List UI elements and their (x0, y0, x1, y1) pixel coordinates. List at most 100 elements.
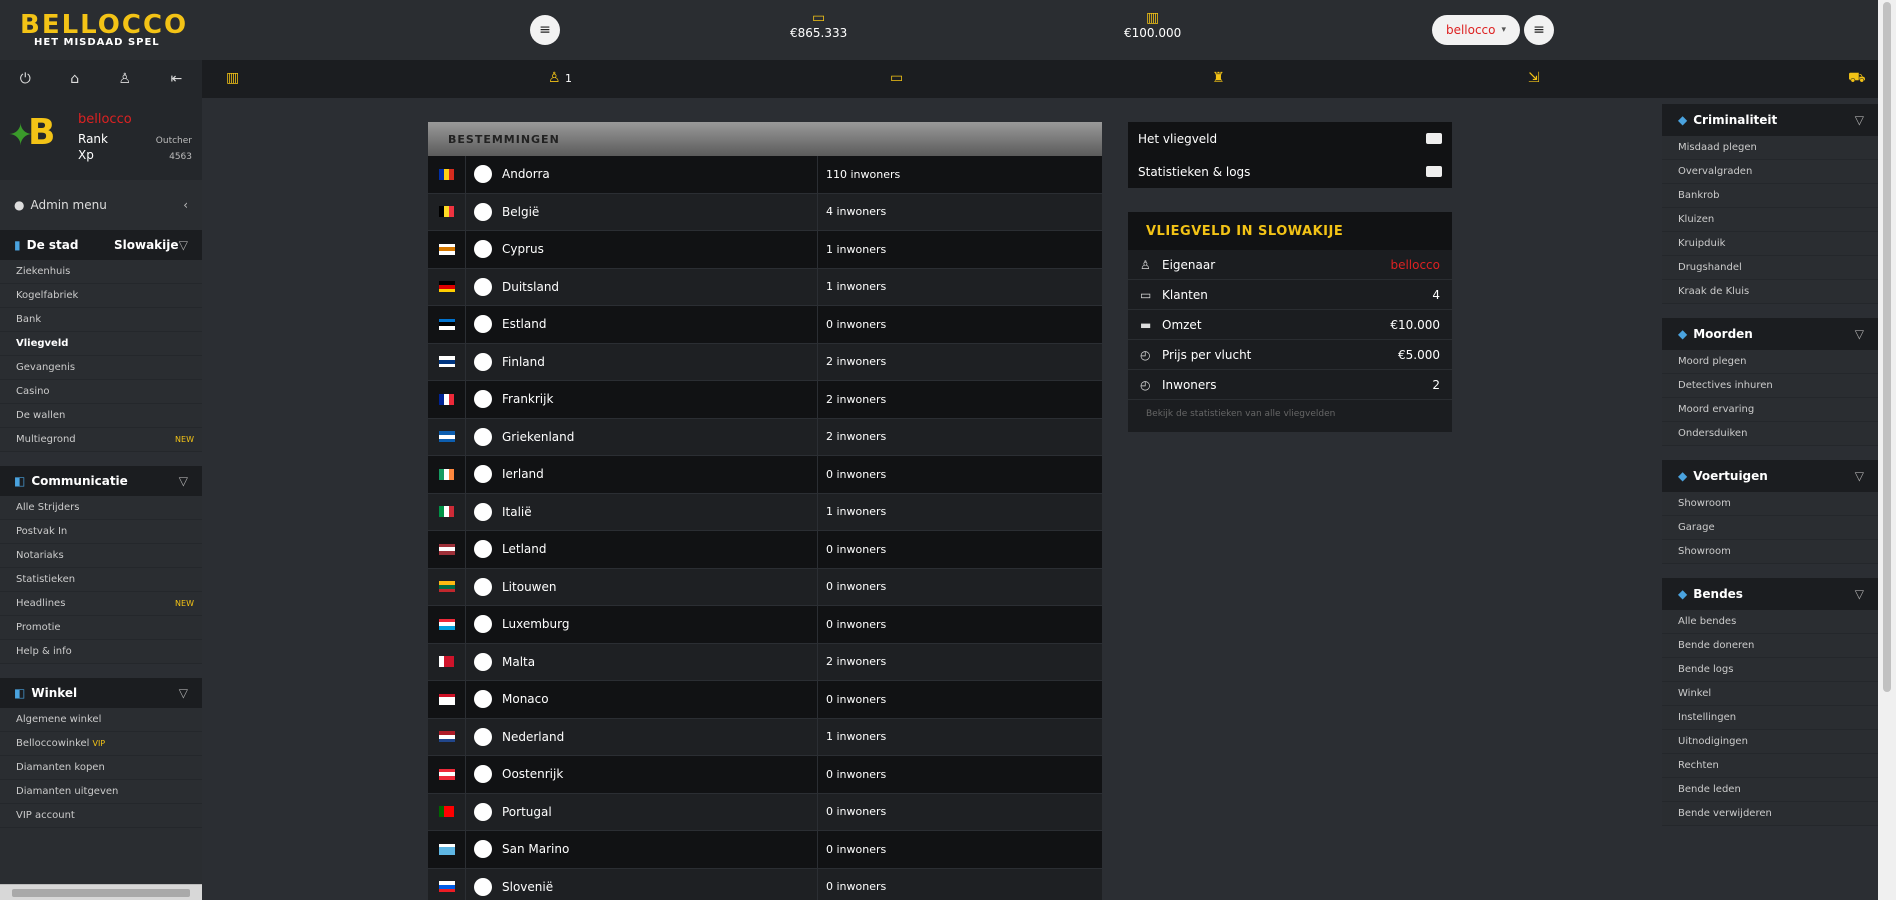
link-icon[interactable] (1426, 166, 1442, 177)
power-icon[interactable]: ⏻ (20, 71, 31, 87)
destination-radio[interactable] (474, 877, 492, 896)
right-menu-button[interactable]: ≡ (1524, 15, 1554, 45)
scrollbar-thumb[interactable] (12, 889, 190, 897)
sidebar-item-notariaks[interactable]: Notariaks (0, 544, 202, 568)
communication-section-header[interactable]: ◧ Communicatie ▽ (0, 466, 202, 496)
destination-radio[interactable] (474, 540, 492, 559)
home-icon[interactable]: ⌂ (70, 71, 79, 87)
destination-radio[interactable] (474, 427, 492, 446)
sidebar-item-bank[interactable]: Bank (0, 308, 202, 332)
airport-footer-link[interactable]: Bekijk de statistieken van alle vliegvel… (1128, 400, 1452, 428)
sidebar-item-garage[interactable]: Garage (1662, 516, 1878, 540)
destination-radio[interactable] (474, 840, 492, 859)
sidebar-item-kluizen[interactable]: Kluizen (1662, 208, 1878, 232)
sidebar-item-kogelfabriek[interactable]: Kogelfabriek (0, 284, 202, 308)
destination-radio[interactable] (474, 390, 492, 409)
destination-radio[interactable] (474, 240, 492, 259)
destination-radio[interactable] (474, 690, 492, 709)
table-row[interactable]: Duitsland 1 inwoners (428, 268, 1102, 306)
destination-radio[interactable] (474, 502, 492, 521)
scrollbar-thumb[interactable] (1883, 2, 1891, 692)
section-criminaliteit-header[interactable]: ◆ Criminaliteit ▽ (1662, 104, 1878, 136)
sidebar-item-de-wallen[interactable]: De wallen (0, 404, 202, 428)
table-row[interactable]: Slovenië 0 inwoners (428, 868, 1102, 900)
sidebar-item-kraak-de-kluis[interactable]: Kraak de Kluis (1662, 280, 1878, 304)
table-row[interactable]: Luxemburg 0 inwoners (428, 606, 1102, 644)
sidebar-item-kruipduik[interactable]: Kruipduik (1662, 232, 1878, 256)
bank-nav-icon[interactable]: ▥ (226, 70, 239, 86)
sidebar-item-promotie[interactable]: Promotie (0, 616, 202, 640)
destination-radio[interactable] (474, 165, 492, 184)
table-row[interactable]: Cyprus 1 inwoners (428, 231, 1102, 269)
sidebar-item-statistieken[interactable]: Statistieken (0, 568, 202, 592)
vertical-scrollbar[interactable] (1878, 0, 1896, 900)
sidebar-item-moord-plegen[interactable]: Moord plegen (1662, 350, 1878, 374)
user-dropdown[interactable]: bellocco ▾ (1432, 15, 1520, 45)
sidebar-item-headlines[interactable]: Headlines NEW (0, 592, 202, 616)
sidebar-item-instellingen[interactable]: Instellingen (1662, 706, 1878, 730)
sidebar-item-misdaad-plegen[interactable]: Misdaad plegen (1662, 136, 1878, 160)
sidebar-item-bende-logs[interactable]: Bende logs (1662, 658, 1878, 682)
sidebar-item-help-info[interactable]: Help & info (0, 640, 202, 664)
destination-radio[interactable] (474, 765, 492, 784)
owner-value[interactable]: bellocco (1390, 258, 1440, 272)
sidebar-item-drugshandel[interactable]: Drugshandel (1662, 256, 1878, 280)
sidebar-item-alle-bendes[interactable]: Alle bendes (1662, 610, 1878, 634)
table-row[interactable]: Italië 1 inwoners (428, 493, 1102, 531)
destination-radio[interactable] (474, 652, 492, 671)
destination-radio[interactable] (474, 727, 492, 746)
table-row[interactable]: Oostenrijk 0 inwoners (428, 756, 1102, 794)
admin-menu[interactable]: ● Admin menu ‹ (0, 190, 202, 220)
table-row[interactable]: Ierland 0 inwoners (428, 456, 1102, 494)
sidebar-item-algemene-winkel[interactable]: Algemene winkel (0, 708, 202, 732)
crew-nav-icon[interactable]: ♙ 1 (548, 70, 572, 86)
table-row[interactable]: Estland 0 inwoners (428, 306, 1102, 344)
sidebar-item-diamanten-uitgeven[interactable]: Diamanten uitgeven (0, 780, 202, 804)
sidebar-item-bankrob[interactable]: Bankrob (1662, 184, 1878, 208)
link-icon[interactable] (1426, 133, 1442, 144)
sidebar-item-alle-strijders[interactable]: Alle Strijders (0, 496, 202, 520)
sidebar-item-showroom[interactable]: Showroom (1662, 540, 1878, 564)
city-section-header[interactable]: ▮ De stad Slowakije ▽ (0, 230, 202, 260)
table-row[interactable]: Litouwen 0 inwoners (428, 568, 1102, 606)
horizontal-scrollbar[interactable] (0, 884, 202, 900)
destination-radio[interactable] (474, 577, 492, 596)
table-row[interactable]: Malta 2 inwoners (428, 643, 1102, 681)
sidebar-item-gevangenis[interactable]: Gevangenis (0, 356, 202, 380)
sidebar-item-vliegveld[interactable]: Vliegveld (0, 332, 202, 356)
cart-icon[interactable]: ⛟ (1848, 70, 1866, 88)
table-row[interactable]: Nederland 1 inwoners (428, 718, 1102, 756)
menu-toggle-button[interactable]: ≡ (530, 15, 560, 45)
logout-icon[interactable]: ⇤ (171, 71, 183, 87)
sidebar-item-showroom[interactable]: Showroom (1662, 492, 1878, 516)
sidebar-item-belloccowinkel[interactable]: Belloccowinkel VIP (0, 732, 202, 756)
sidebar-item-postvak-in[interactable]: Postvak In (0, 520, 202, 544)
stats-link[interactable]: Statistieken & logs (1128, 155, 1452, 188)
sidebar-item-vip-account[interactable]: VIP account (0, 804, 202, 828)
logo[interactable]: BELLOCCO HET MISDAAD SPEL (20, 12, 188, 48)
sidebar-item-moord-ervaring[interactable]: Moord ervaring (1662, 398, 1878, 422)
destination-radio[interactable] (474, 202, 492, 221)
table-row[interactable]: Letland 0 inwoners (428, 531, 1102, 569)
sidebar-item-casino[interactable]: Casino (0, 380, 202, 404)
table-row[interactable]: Frankrijk 2 inwoners (428, 381, 1102, 419)
trophy-nav-icon[interactable]: ♜ (1212, 70, 1225, 86)
sidebar-item-bende-doneren[interactable]: Bende doneren (1662, 634, 1878, 658)
sidebar-item-bende-leden[interactable]: Bende leden (1662, 778, 1878, 802)
stats-nav-icon[interactable]: ⇲ (1528, 70, 1540, 86)
sidebar-item-rechten[interactable]: Rechten (1662, 754, 1878, 778)
profile-username[interactable]: bellocco (78, 112, 132, 127)
sidebar-item-ondersduiken[interactable]: Ondersduiken (1662, 422, 1878, 446)
sidebar-item-uitnodigingen[interactable]: Uitnodigingen (1662, 730, 1878, 754)
table-row[interactable]: Griekenland 2 inwoners (428, 418, 1102, 456)
table-row[interactable]: Monaco 0 inwoners (428, 681, 1102, 719)
shop-section-header[interactable]: ◧ Winkel ▽ (0, 678, 202, 708)
destination-radio[interactable] (474, 352, 492, 371)
section-moorden-header[interactable]: ◆ Moorden ▽ (1662, 318, 1878, 350)
sidebar-item-detectives-inhuren[interactable]: Detectives inhuren (1662, 374, 1878, 398)
table-row[interactable]: Finland 2 inwoners (428, 343, 1102, 381)
sidebar-item-ziekenhuis[interactable]: Ziekenhuis (0, 260, 202, 284)
destination-radio[interactable] (474, 802, 492, 821)
destination-radio[interactable] (474, 465, 492, 484)
table-row[interactable]: Andorra 110 inwoners (428, 156, 1102, 194)
